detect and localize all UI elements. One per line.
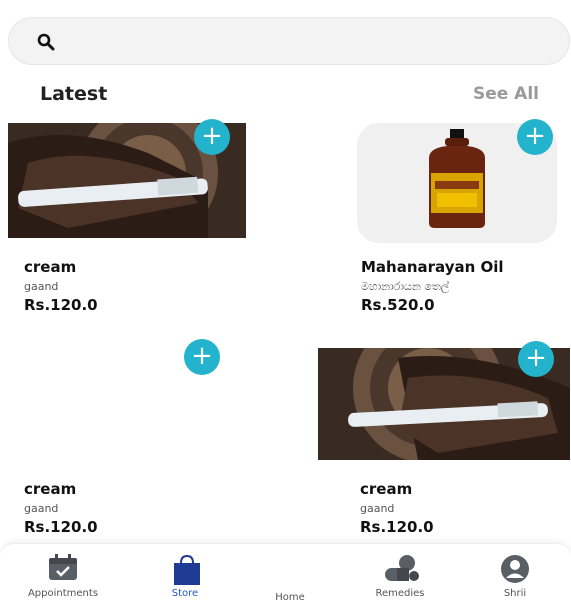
add-to-cart-button[interactable]: + bbox=[194, 119, 230, 155]
product-name: Mahanarayan Oil bbox=[361, 258, 504, 276]
product-price: Rs.120.0 bbox=[360, 518, 434, 536]
nav-label: Appointments bbox=[27, 588, 99, 599]
nav-item-appointments[interactable]: Appointments bbox=[8, 544, 118, 601]
product-card[interactable]: + cream gaand Rs.120.0 bbox=[8, 339, 238, 565]
product-subtitle: gaand bbox=[24, 280, 59, 293]
nav-label: Shrii bbox=[503, 588, 527, 599]
add-to-cart-button[interactable]: + bbox=[518, 341, 554, 377]
product-name: cream bbox=[24, 480, 77, 498]
product-subtitle: gaand bbox=[24, 502, 59, 515]
add-to-cart-button[interactable]: + bbox=[517, 119, 553, 155]
product-name: cream bbox=[360, 480, 413, 498]
section-title: Latest bbox=[40, 83, 108, 105]
nav-item-store[interactable]: Store bbox=[140, 544, 230, 601]
nav-label: Home bbox=[275, 592, 305, 601]
nav-item-remedies[interactable]: Remedies bbox=[345, 544, 455, 601]
search-input[interactable] bbox=[69, 26, 549, 58]
nav-item-profile[interactable]: Shrii bbox=[470, 544, 560, 601]
product-price: Rs.520.0 bbox=[361, 296, 435, 314]
product-name: cream bbox=[24, 258, 77, 276]
add-to-cart-button[interactable]: + bbox=[184, 339, 220, 375]
product-card[interactable]: + Mahanarayan Oil මහානාරායන තෙල් Rs.520.… bbox=[355, 119, 570, 343]
user-icon bbox=[501, 555, 529, 583]
calendar-icon bbox=[49, 554, 77, 580]
nav-item-home[interactable]: Home bbox=[245, 544, 335, 601]
pills-icon bbox=[385, 555, 419, 581]
nav-label: Store bbox=[171, 588, 199, 599]
product-subtitle: gaand bbox=[360, 502, 395, 515]
shopping-bag-icon bbox=[174, 554, 200, 585]
product-subtitle: මහානාරායන තෙල් bbox=[361, 280, 450, 293]
search-bar[interactable] bbox=[8, 17, 570, 65]
product-card[interactable]: + cream gaand Rs.120.0 bbox=[318, 341, 570, 565]
search-icon bbox=[37, 33, 55, 51]
product-price: Rs.120.0 bbox=[24, 296, 98, 314]
see-all-link[interactable]: See All bbox=[473, 84, 539, 104]
nav-label: Remedies bbox=[375, 588, 425, 599]
product-price: Rs.120.0 bbox=[24, 518, 98, 536]
bottom-nav: Appointments Store Home Remedies Shrii bbox=[0, 543, 571, 601]
product-card[interactable]: + cream gaand Rs.120.0 bbox=[8, 119, 246, 343]
